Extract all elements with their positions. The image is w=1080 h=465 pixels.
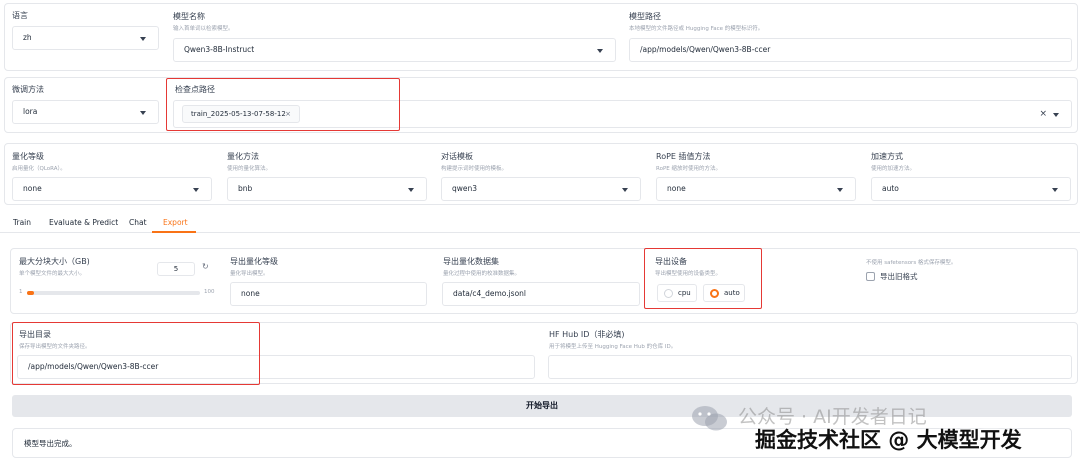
- wechat-icon: [690, 403, 730, 439]
- quant-level-select[interactable]: none: [12, 177, 212, 201]
- chevron-down-icon: [140, 111, 146, 115]
- template-hint: 构建提示词时使用的模板。: [441, 166, 508, 172]
- export-quant-hint: 量化导出模型。: [230, 271, 269, 277]
- lang-select[interactable]: zh: [12, 26, 159, 50]
- hub-id-input[interactable]: [548, 355, 1072, 379]
- model-name-value: Qwen3-8B-Instruct: [184, 45, 255, 54]
- export-dir-highlight: [12, 322, 260, 385]
- export-dataset-value: data/c4_demo.jsonl: [453, 289, 527, 298]
- shard-size-value: 5: [173, 265, 179, 273]
- quant-level-label: 量化等级: [12, 152, 44, 161]
- clear-icon[interactable]: ×: [1039, 101, 1047, 127]
- booster-label: 加速方式: [871, 152, 903, 161]
- quant-level-value: none: [23, 184, 42, 193]
- legacy-checkbox[interactable]: [866, 272, 875, 281]
- model-name-select[interactable]: Qwen3-8B-Instruct: [173, 38, 616, 62]
- export-dataset-label: 导出量化数据集: [443, 257, 499, 266]
- booster-select[interactable]: auto: [871, 177, 1071, 201]
- hub-id-hint: 用于将模型上传至 Hugging Face Hub 的仓库 ID。: [549, 344, 677, 350]
- tab-active-indicator: [152, 231, 196, 233]
- template-select[interactable]: qwen3: [441, 177, 641, 201]
- chevron-down-icon: [408, 188, 414, 192]
- rope-hint: RoPE 缩放时使用的方法。: [656, 166, 721, 172]
- chevron-down-icon: [837, 188, 843, 192]
- export-dataset-input[interactable]: data/c4_demo.jsonl: [442, 282, 640, 306]
- lang-label: 语言: [12, 11, 28, 20]
- model-name-hint: 输入首单词以检索模型。: [173, 26, 234, 32]
- checkpoint-highlight: [166, 78, 400, 131]
- lang-value: zh: [23, 33, 32, 42]
- tab-evaluate-predict[interactable]: Evaluate & Predict: [49, 218, 118, 227]
- shard-size-hint: 单个模型文件的最大大小。: [19, 271, 86, 277]
- model-path-value: /app/models/Qwen/Qwen3-8B-ccer: [640, 45, 771, 54]
- export-quant-label: 导出量化等级: [230, 257, 278, 266]
- export-dataset-hint: 量化过程中使用的校准数据集。: [443, 271, 521, 277]
- finetune-method-select[interactable]: lora: [12, 100, 159, 124]
- quant-method-hint: 使用的量化算法。: [227, 166, 272, 172]
- shard-max-label: 100: [204, 289, 215, 295]
- reset-icon[interactable]: ↻: [202, 262, 209, 271]
- shard-min-label: 1: [19, 289, 23, 295]
- shard-size-slider[interactable]: [27, 291, 200, 295]
- finetune-method-label: 微调方法: [12, 85, 44, 94]
- chevron-down-icon: [1052, 188, 1058, 192]
- shard-size-input[interactable]: 5: [157, 262, 195, 276]
- quant-method-value: bnb: [238, 184, 253, 193]
- template-label: 对话模板: [441, 152, 473, 161]
- tab-train[interactable]: Train: [13, 218, 31, 227]
- legacy-label: 导出旧格式: [880, 272, 918, 281]
- rope-value: none: [667, 184, 686, 193]
- booster-value: auto: [882, 184, 899, 193]
- quant-method-select[interactable]: bnb: [227, 177, 427, 201]
- watermark-line2: 掘金技术社区 @ 大模型开发: [755, 428, 1022, 452]
- status-text: 模型导出完成。: [24, 439, 77, 448]
- device-highlight: [644, 248, 762, 309]
- chevron-down-icon: [140, 37, 146, 41]
- quant-method-label: 量化方法: [227, 152, 259, 161]
- hub-id-label: HF Hub ID（非必填): [549, 330, 625, 339]
- legacy-hint: 不使用 safetensors 格式保存模型。: [866, 260, 957, 266]
- shard-size-label: 最大分块大小（GB): [19, 257, 90, 266]
- chevron-down-icon: [1053, 113, 1059, 117]
- quant-level-hint: 启用量化（QLoRA）。: [12, 166, 66, 172]
- model-path-hint: 本地模型的文件路径或 Hugging Face 的模型标识符。: [629, 26, 764, 32]
- model-name-label: 模型名称: [173, 12, 205, 21]
- tab-export[interactable]: Export: [163, 218, 188, 227]
- finetune-method-value: lora: [23, 107, 38, 116]
- export-quant-select[interactable]: none: [230, 282, 427, 306]
- tab-chat[interactable]: Chat: [129, 218, 147, 227]
- template-value: qwen3: [452, 184, 478, 193]
- chevron-down-icon: [597, 49, 603, 53]
- model-path-input[interactable]: /app/models/Qwen/Qwen3-8B-ccer: [629, 38, 1072, 62]
- chevron-down-icon: [193, 188, 199, 192]
- chevron-down-icon: [622, 188, 628, 192]
- model-path-label: 模型路径: [629, 12, 661, 21]
- export-quant-value: none: [241, 289, 260, 298]
- rope-label: RoPE 插值方法: [656, 152, 711, 161]
- booster-hint: 使用的加速方法。: [871, 166, 916, 172]
- rope-select[interactable]: none: [656, 177, 856, 201]
- slider-fill: [27, 291, 34, 295]
